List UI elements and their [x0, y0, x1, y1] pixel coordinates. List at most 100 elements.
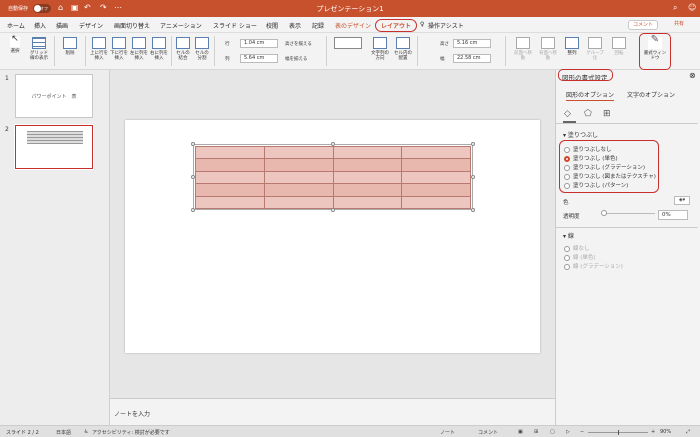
table-cell[interactable]: [195, 195, 265, 209]
tab-text-options[interactable]: 文字のオプション: [627, 90, 675, 99]
zoom-level[interactable]: 90%: [660, 429, 671, 435]
insert-right-button[interactable]: 右に列を挿入: [150, 37, 168, 61]
table-cell[interactable]: [401, 170, 471, 185]
tab-table-design[interactable]: 表のデザイン: [335, 21, 371, 30]
insert-above-button[interactable]: 上に行を挿入: [90, 37, 108, 61]
line-option-none[interactable]: 線なし: [564, 244, 590, 252]
resize-handle[interactable]: [471, 142, 475, 146]
resize-handle[interactable]: [331, 142, 335, 146]
table-cell[interactable]: [401, 195, 471, 209]
transparency-slider-knob[interactable]: [601, 210, 607, 216]
line-option-gradient[interactable]: 線 (グラデーション): [564, 262, 623, 270]
table-cell[interactable]: [263, 195, 334, 209]
share-button[interactable]: 共有: [670, 20, 688, 30]
delete-button[interactable]: 削除: [60, 37, 80, 56]
align-buttons[interactable]: [333, 37, 363, 51]
fill-color-button[interactable]: ◈▾: [674, 196, 690, 205]
select-button[interactable]: ↖ 選択: [5, 35, 25, 54]
tab-slideshow[interactable]: スライド ショー: [213, 21, 257, 30]
line-option-solid[interactable]: 線 (単色): [564, 253, 596, 261]
radio[interactable]: [564, 254, 570, 261]
table-height-field[interactable]: 5.16 cm: [453, 39, 491, 48]
resize-handle[interactable]: [471, 208, 475, 212]
tab-insert[interactable]: 挿入: [34, 21, 46, 30]
table-cell[interactable]: [332, 183, 403, 197]
transparency-slider[interactable]: [603, 213, 655, 214]
slideshow-icon[interactable]: ▷: [566, 429, 570, 435]
table-cell[interactable]: [263, 183, 334, 197]
table-cell[interactable]: [195, 158, 265, 172]
resize-handle[interactable]: [471, 175, 475, 179]
table-cell[interactable]: [332, 170, 403, 185]
insert-below-button[interactable]: 下に行を挿入: [110, 37, 128, 61]
table-cell[interactable]: [263, 158, 334, 172]
resize-handle[interactable]: [331, 208, 335, 212]
slide-thumbnail-1[interactable]: パワーポイント 表: [15, 74, 93, 118]
effects-icon[interactable]: ⬠: [584, 109, 592, 119]
fit-slide-icon[interactable]: ⤢: [686, 429, 690, 435]
fill-line-icon[interactable]: ◇: [564, 109, 571, 119]
tab-draw[interactable]: 描画: [56, 21, 68, 30]
resize-handle[interactable]: [191, 142, 195, 146]
zoom-slider-knob[interactable]: [618, 430, 619, 435]
fill-section-header[interactable]: ▾ 塗りつぶし: [563, 130, 598, 139]
table-width-field[interactable]: 22.58 cm: [453, 54, 491, 63]
tab-animations[interactable]: アニメーション: [160, 21, 202, 30]
table-cell[interactable]: [401, 183, 471, 197]
comments-toggle[interactable]: コメント: [478, 429, 498, 436]
tab-design[interactable]: デザイン: [79, 21, 103, 30]
table-cell[interactable]: [401, 145, 471, 160]
tab-record[interactable]: 記録: [312, 21, 324, 30]
radio[interactable]: [564, 245, 570, 252]
table-cell[interactable]: [195, 170, 265, 185]
send-backward-button[interactable]: 背面へ移動: [537, 37, 559, 61]
cell-margins-button[interactable]: セル内の配置: [393, 37, 413, 61]
normal-view-icon[interactable]: ▣: [518, 429, 523, 435]
table-cell[interactable]: [401, 158, 471, 172]
accessibility-status[interactable]: アクセシビリティ: 検討が必要です: [92, 429, 170, 436]
distribute-cols-button[interactable]: 幅を揃える: [285, 56, 307, 62]
gridlines-button[interactable]: グリッド線の表示: [28, 37, 50, 61]
table-cell[interactable]: [195, 183, 265, 197]
table-cell[interactable]: [263, 145, 334, 160]
align-button[interactable]: 整列: [564, 37, 580, 56]
notes-toggle[interactable]: ノート: [440, 429, 455, 436]
group-button[interactable]: グループ化: [584, 37, 606, 61]
row-height-field[interactable]: 1.04 cm: [240, 39, 278, 48]
comment-button[interactable]: コメント: [628, 20, 659, 30]
distribute-rows-button[interactable]: 高さを揃える: [285, 41, 312, 47]
language-indicator[interactable]: 日本語: [56, 429, 71, 436]
table-cell[interactable]: [263, 170, 334, 185]
profile-icon[interactable]: ☺: [688, 3, 696, 12]
text-direction-button[interactable]: 文字列の方向: [370, 37, 390, 61]
search-icon[interactable]: ⌕: [673, 3, 677, 13]
reading-view-icon[interactable]: ▢: [550, 429, 555, 435]
radio[interactable]: [564, 263, 570, 270]
merge-cells-button[interactable]: セルの結合: [175, 37, 191, 61]
resize-handle[interactable]: [191, 208, 195, 212]
split-cells-button[interactable]: セルの分割: [194, 37, 210, 61]
line-section-header[interactable]: ▾ 線: [563, 231, 574, 240]
col-width-field[interactable]: 5.64 cm: [240, 54, 278, 63]
size-properties-icon[interactable]: ⊞: [603, 109, 611, 119]
tab-view[interactable]: 表示: [289, 21, 301, 30]
tab-tell-me[interactable]: 操作アシスト: [428, 21, 464, 30]
rotate-button[interactable]: 回転: [610, 37, 628, 56]
tab-transitions[interactable]: 画面切り替え: [114, 21, 150, 30]
table-cell[interactable]: [332, 195, 403, 209]
table-cell[interactable]: [332, 145, 403, 160]
slide-sorter-icon[interactable]: ⊞: [534, 429, 538, 435]
notes-pane[interactable]: ノートを入力: [110, 398, 555, 425]
transparency-field[interactable]: 0%: [658, 210, 688, 220]
close-icon[interactable]: ⊗: [689, 71, 696, 80]
table[interactable]: [195, 145, 471, 209]
tab-shape-options[interactable]: 図形のオプション: [566, 90, 615, 101]
tab-review[interactable]: 校閲: [266, 21, 278, 30]
bring-forward-button[interactable]: 前面へ移動: [512, 37, 534, 61]
resize-handle[interactable]: [191, 175, 195, 179]
slide-thumbnail-2[interactable]: [14, 124, 94, 170]
zoom-out-icon[interactable]: −: [580, 429, 584, 435]
table-cell[interactable]: [195, 145, 265, 160]
zoom-in-icon[interactable]: +: [651, 429, 655, 435]
table-cell[interactable]: [332, 158, 403, 172]
